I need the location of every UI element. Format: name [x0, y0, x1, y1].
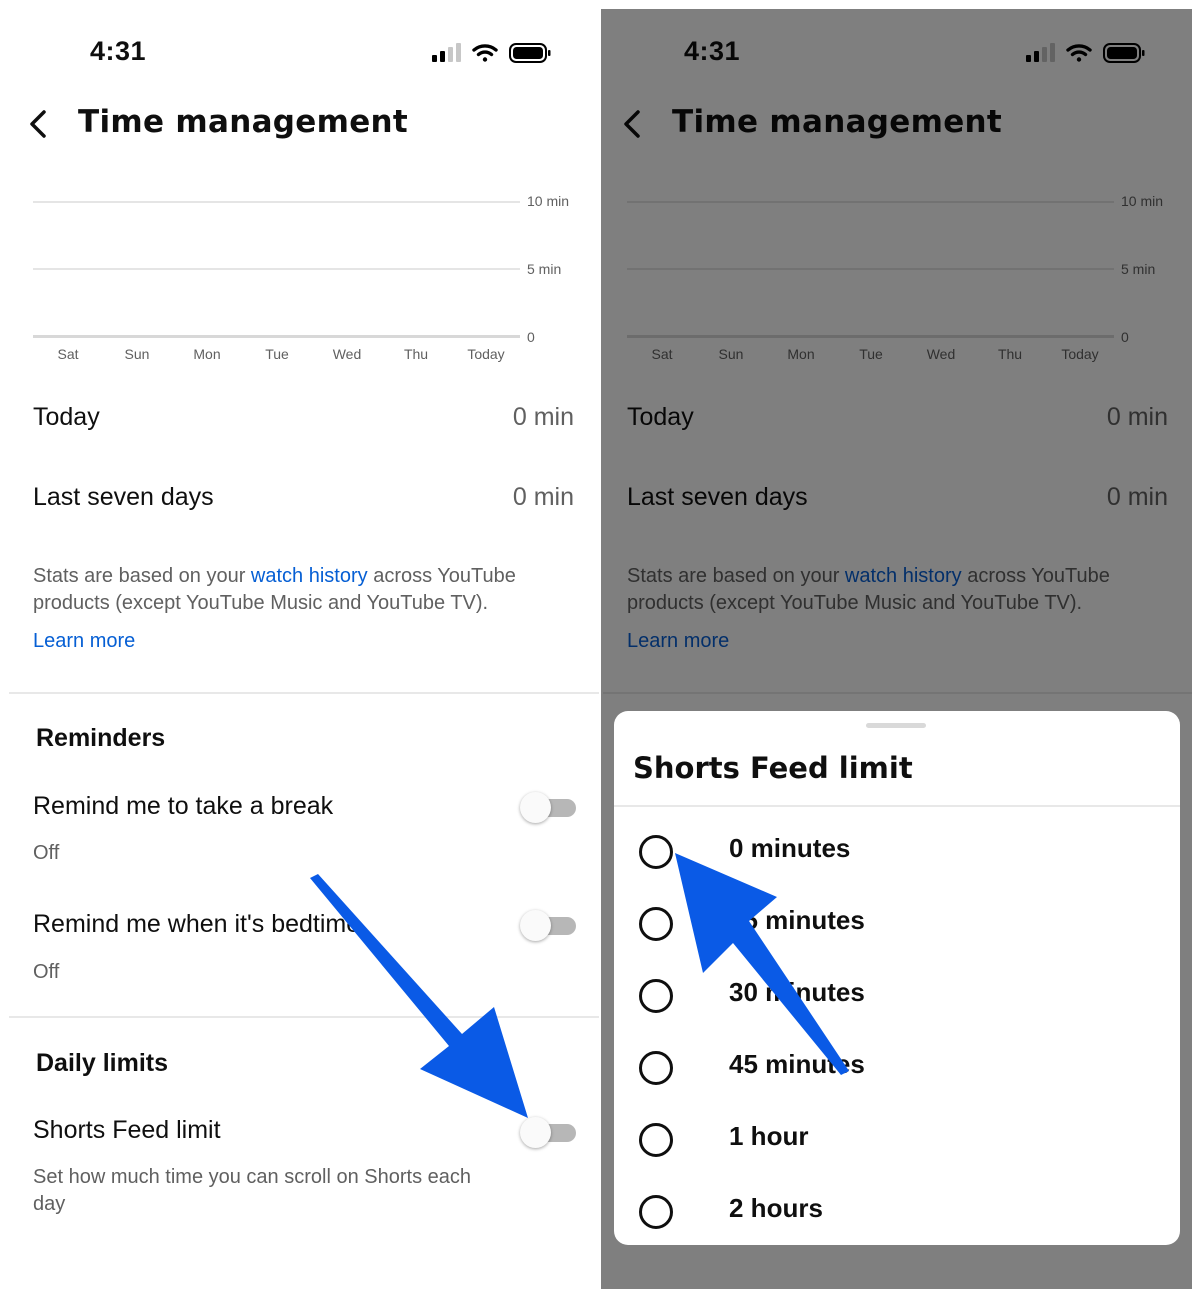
option-label: 30 minutes	[729, 977, 865, 1007]
baseline	[33, 335, 520, 338]
back-arrow-icon[interactable]	[22, 104, 58, 144]
option-label: 2 hours	[729, 1193, 823, 1223]
bedtime-reminder-status: Off	[33, 961, 60, 983]
time-management-screen: 4:31 Time management 10 min 5 min 0 Sat …	[0, 0, 599, 1297]
week-value: 0 min	[512, 483, 574, 511]
radio-button[interactable]	[639, 1123, 673, 1157]
left-screenshot: 4:31 Time management 10 min 5 min 0 Sat …	[0, 0, 600, 1297]
option-15-minutes[interactable]: 15 minutes	[614, 894, 1180, 954]
radio-button[interactable]	[639, 835, 673, 869]
divider	[9, 692, 599, 694]
option-45-minutes[interactable]: 45 minutes	[614, 1038, 1180, 1098]
shorts-feed-limit-toggle[interactable]	[520, 1114, 576, 1148]
gridline	[33, 268, 520, 270]
ytick-label: 5 min	[527, 261, 562, 277]
battery-icon	[509, 43, 551, 63]
sheet-drag-handle[interactable]	[866, 723, 926, 728]
radio-button[interactable]	[639, 907, 673, 941]
status-bar-icons	[432, 43, 551, 63]
bedtime-reminder-toggle[interactable]	[520, 907, 576, 941]
gridline	[33, 201, 520, 203]
stats-note-prefix: Stats are based on your	[33, 565, 251, 587]
bedtime-reminder-label: Remind me when it's bedtime	[33, 910, 361, 938]
shorts-feed-limit-desc: Set how much time you can scroll on Shor…	[33, 1166, 471, 1215]
xtick-label: Mon	[193, 346, 221, 362]
right-screenshot: 4:31 Time management	[601, 9, 1192, 1289]
reminders-heading: Reminders	[36, 724, 166, 752]
cellular-signal-icon	[432, 43, 461, 62]
option-label: 45 minutes	[729, 1049, 865, 1079]
option-0-minutes[interactable]: 0 minutes	[614, 822, 1180, 882]
ytick-label: 0	[527, 329, 535, 345]
option-label: 15 minutes	[729, 905, 865, 935]
option-30-minutes[interactable]: 30 minutes	[614, 966, 1180, 1026]
page-title: Time management	[78, 104, 409, 140]
xtick-label: Thu	[403, 346, 429, 362]
radio-button[interactable]	[639, 979, 673, 1013]
option-1-hour[interactable]: 1 hour	[614, 1110, 1180, 1170]
xtick-label: Sat	[57, 346, 79, 362]
week-label: Last seven days	[33, 483, 214, 511]
option-label: 0 minutes	[729, 833, 851, 863]
status-time: 4:31	[90, 36, 147, 66]
shorts-feed-limit-label: Shorts Feed limit	[33, 1116, 221, 1144]
sheet-title: Shorts Feed limit	[633, 751, 913, 785]
break-reminder-toggle[interactable]	[520, 789, 576, 823]
xtick-label: Wed	[332, 346, 362, 362]
shorts-feed-limit-sheet: Shorts Feed limit 0 minutes 15 minutes 3…	[614, 711, 1180, 1245]
option-2-hours[interactable]: 2 hours	[614, 1182, 1180, 1242]
break-reminder-status: Off	[33, 842, 60, 864]
today-label: Today	[33, 403, 100, 431]
radio-button[interactable]	[639, 1051, 673, 1085]
xtick-label: Today	[467, 346, 505, 362]
ytick-label: 10 min	[527, 193, 570, 209]
daily-limits-heading: Daily limits	[36, 1049, 168, 1077]
learn-more-link[interactable]: Learn more	[33, 630, 135, 653]
divider	[9, 1016, 599, 1018]
today-value: 0 min	[512, 403, 574, 431]
watch-history-link[interactable]: watch history	[251, 565, 368, 587]
wifi-icon	[472, 44, 498, 62]
xtick-label: Tue	[265, 346, 289, 362]
break-reminder-label: Remind me to take a break	[33, 792, 334, 820]
xtick-label: Sun	[124, 346, 150, 362]
divider	[614, 805, 1180, 807]
radio-button[interactable]	[639, 1195, 673, 1229]
option-label: 1 hour	[729, 1121, 809, 1151]
stats-note: Stats are based on your watch history ac…	[33, 563, 573, 617]
